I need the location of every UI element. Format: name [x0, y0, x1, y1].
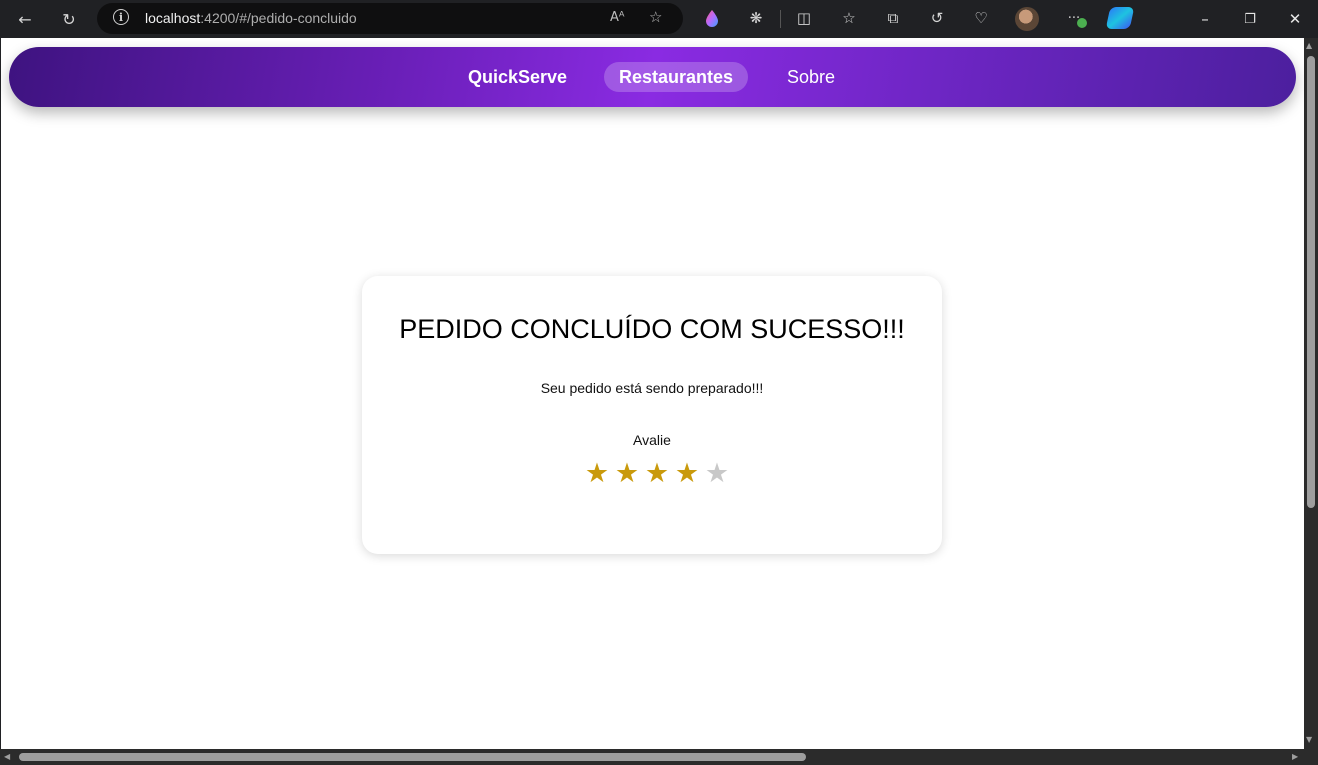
refresh-icon[interactable]: ↻ — [54, 4, 84, 34]
star-4-icon[interactable]: ★ — [672, 459, 702, 489]
minimize-icon[interactable]: – — [1190, 4, 1220, 34]
scroll-up-arrow-icon[interactable]: ▲ — [1306, 41, 1312, 50]
star-1-icon[interactable]: ★ — [582, 459, 612, 489]
favorite-star-icon[interactable]: ☆ — [649, 8, 662, 26]
scroll-left-arrow-icon[interactable]: ◀ — [4, 752, 10, 761]
star-5-icon[interactable]: ★ — [702, 459, 732, 489]
info-icon[interactable]: i — [113, 9, 129, 25]
nav-brand-link[interactable]: QuickServe — [468, 62, 567, 92]
star-rating[interactable]: ★ ★ ★ ★ ★ — [582, 459, 732, 489]
browser-essentials-icon[interactable]: ♡ — [969, 6, 993, 30]
nav-item-sobre[interactable]: Sobre — [787, 62, 835, 92]
scroll-right-arrow-icon[interactable]: ▶ — [1292, 752, 1298, 761]
horizontal-scrollbar[interactable]: ◀ ▶ — [0, 749, 1318, 765]
page-title: PEDIDO CONCLUÍDO COM SUCESSO!!! — [399, 314, 905, 344]
close-icon[interactable]: ✕ — [1280, 4, 1310, 34]
update-badge-icon — [1076, 17, 1088, 29]
favorites-icon[interactable]: ☆ — [837, 6, 861, 30]
vertical-scroll-thumb[interactable] — [1307, 56, 1315, 508]
app-navbar: QuickServe Restaurantes Sobre — [9, 47, 1296, 107]
extensions-puzzle-icon[interactable]: ❋ — [744, 6, 768, 30]
vertical-scrollbar[interactable]: ▲ ▼ — [1304, 38, 1318, 749]
browser-toolbar: ← ↻ i localhost:4200/#/pedido-concluido … — [0, 0, 1318, 38]
order-complete-card: PEDIDO CONCLUÍDO COM SUCESSO!!! Seu pedi… — [362, 276, 942, 554]
star-3-icon[interactable]: ★ — [642, 459, 672, 489]
url-text[interactable]: localhost:4200/#/pedido-concluido — [145, 10, 357, 26]
restore-icon[interactable]: ❐ — [1235, 4, 1265, 34]
nav-item-restaurantes[interactable]: Restaurantes — [604, 62, 749, 92]
drop-extension-icon[interactable] — [700, 6, 724, 30]
back-arrow-icon[interactable]: ← — [10, 4, 40, 34]
profile-avatar[interactable] — [1015, 7, 1039, 31]
split-screen-icon[interactable]: ◫ — [792, 6, 816, 30]
drop-shape-icon — [706, 10, 718, 27]
browser-window: ← ↻ i localhost:4200/#/pedido-concluido … — [0, 0, 1318, 765]
read-aloud-icon[interactable]: Aᴬ — [610, 10, 625, 25]
page-viewport: QuickServe Restaurantes Sobre PEDIDO CON… — [1, 38, 1304, 749]
url-path: :4200/#/pedido-concluido — [200, 10, 357, 26]
copilot-icon[interactable] — [1105, 7, 1135, 29]
address-bar[interactable]: i localhost:4200/#/pedido-concluido Aᴬ ☆ — [97, 3, 683, 34]
horizontal-scroll-thumb[interactable] — [19, 753, 806, 761]
url-host: localhost — [145, 10, 201, 26]
star-2-icon[interactable]: ★ — [612, 459, 642, 489]
order-status-text: Seu pedido está sendo preparado!!! — [540, 380, 764, 396]
collections-icon[interactable]: ⧉ — [881, 6, 905, 30]
toolbar-divider — [780, 10, 781, 28]
scroll-down-arrow-icon[interactable]: ▼ — [1306, 735, 1312, 744]
history-icon[interactable]: ↺ — [925, 6, 949, 30]
rating-label: Avalie — [633, 432, 671, 448]
